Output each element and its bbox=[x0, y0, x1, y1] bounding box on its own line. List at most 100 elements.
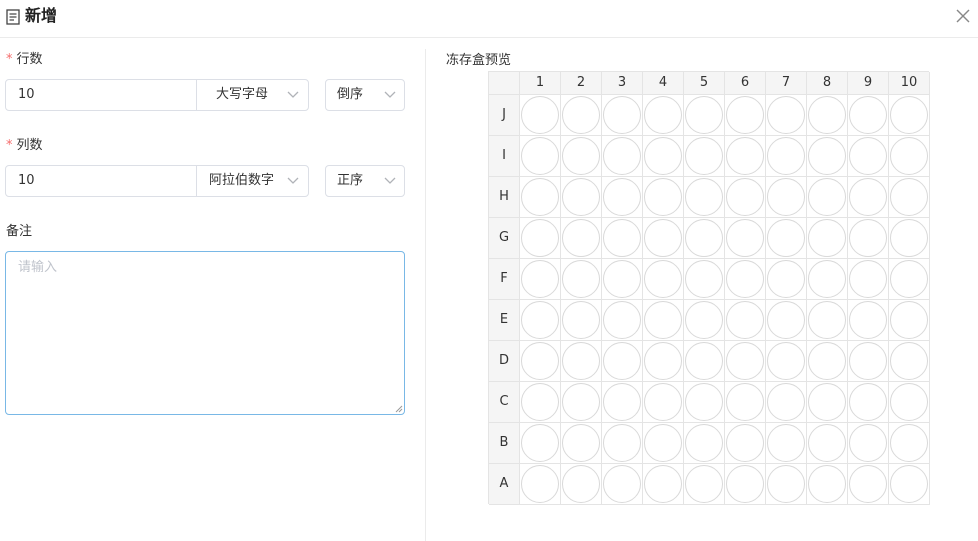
well-position[interactable] bbox=[890, 260, 928, 298]
well-position[interactable] bbox=[808, 424, 846, 462]
well-position[interactable] bbox=[562, 342, 600, 380]
well-position[interactable] bbox=[767, 301, 805, 339]
well-position[interactable] bbox=[726, 96, 764, 134]
well-position[interactable] bbox=[808, 260, 846, 298]
well-position[interactable] bbox=[685, 137, 723, 175]
well-position[interactable] bbox=[521, 178, 559, 216]
well-position[interactable] bbox=[767, 424, 805, 462]
well-position[interactable] bbox=[767, 342, 805, 380]
well-position[interactable] bbox=[521, 260, 559, 298]
well-position[interactable] bbox=[603, 424, 641, 462]
well-position[interactable] bbox=[685, 383, 723, 421]
well-position[interactable] bbox=[685, 219, 723, 257]
rows-count-input[interactable]: 10 bbox=[18, 87, 35, 103]
well-position[interactable] bbox=[644, 342, 682, 380]
well-position[interactable] bbox=[603, 219, 641, 257]
well-position[interactable] bbox=[644, 96, 682, 134]
well-position[interactable] bbox=[849, 260, 887, 298]
well-position[interactable] bbox=[808, 383, 846, 421]
well-position[interactable] bbox=[808, 465, 846, 503]
well-position[interactable] bbox=[767, 383, 805, 421]
well-position[interactable] bbox=[726, 383, 764, 421]
close-icon[interactable] bbox=[954, 7, 972, 25]
well-position[interactable] bbox=[685, 465, 723, 503]
well-position[interactable] bbox=[644, 383, 682, 421]
well-position[interactable] bbox=[644, 178, 682, 216]
well-position[interactable] bbox=[808, 96, 846, 134]
well-position[interactable] bbox=[521, 465, 559, 503]
well-position[interactable] bbox=[562, 301, 600, 339]
well-position[interactable] bbox=[644, 301, 682, 339]
well-position[interactable] bbox=[562, 424, 600, 462]
well-position[interactable] bbox=[808, 219, 846, 257]
well-position[interactable] bbox=[726, 342, 764, 380]
well-position[interactable] bbox=[890, 137, 928, 175]
well-position[interactable] bbox=[521, 301, 559, 339]
cols-order-select[interactable]: 正序 bbox=[325, 165, 405, 197]
well-position[interactable] bbox=[521, 137, 559, 175]
well-position[interactable] bbox=[726, 424, 764, 462]
well-position[interactable] bbox=[603, 137, 641, 175]
well-position[interactable] bbox=[685, 424, 723, 462]
well-position[interactable] bbox=[726, 178, 764, 216]
well-position[interactable] bbox=[644, 260, 682, 298]
well-position[interactable] bbox=[726, 260, 764, 298]
well-position[interactable] bbox=[808, 301, 846, 339]
well-position[interactable] bbox=[890, 219, 928, 257]
well-position[interactable] bbox=[849, 96, 887, 134]
well-position[interactable] bbox=[521, 219, 559, 257]
well-position[interactable] bbox=[890, 383, 928, 421]
well-position[interactable] bbox=[726, 219, 764, 257]
well-position[interactable] bbox=[890, 424, 928, 462]
rows-label-type-select[interactable]: 大写字母 bbox=[196, 80, 308, 110]
well-position[interactable] bbox=[521, 383, 559, 421]
well-position[interactable] bbox=[521, 424, 559, 462]
well-position[interactable] bbox=[644, 137, 682, 175]
well-position[interactable] bbox=[890, 178, 928, 216]
well-position[interactable] bbox=[890, 465, 928, 503]
well-position[interactable] bbox=[890, 342, 928, 380]
well-position[interactable] bbox=[685, 342, 723, 380]
remark-textarea[interactable]: 请输入 bbox=[5, 251, 405, 415]
well-position[interactable] bbox=[603, 96, 641, 134]
well-position[interactable] bbox=[685, 301, 723, 339]
well-position[interactable] bbox=[726, 301, 764, 339]
well-position[interactable] bbox=[849, 465, 887, 503]
well-position[interactable] bbox=[767, 260, 805, 298]
well-position[interactable] bbox=[562, 219, 600, 257]
well-position[interactable] bbox=[603, 342, 641, 380]
well-position[interactable] bbox=[849, 342, 887, 380]
well-position[interactable] bbox=[849, 424, 887, 462]
well-position[interactable] bbox=[644, 424, 682, 462]
well-position[interactable] bbox=[767, 178, 805, 216]
well-position[interactable] bbox=[562, 96, 600, 134]
well-position[interactable] bbox=[890, 301, 928, 339]
well-position[interactable] bbox=[849, 301, 887, 339]
well-position[interactable] bbox=[603, 301, 641, 339]
well-position[interactable] bbox=[726, 465, 764, 503]
well-position[interactable] bbox=[849, 383, 887, 421]
cols-count-input[interactable]: 10 bbox=[18, 173, 35, 189]
cols-label-type-select[interactable]: 阿拉伯数字 bbox=[196, 166, 308, 196]
well-position[interactable] bbox=[767, 96, 805, 134]
well-position[interactable] bbox=[808, 178, 846, 216]
well-position[interactable] bbox=[562, 137, 600, 175]
well-position[interactable] bbox=[767, 137, 805, 175]
well-position[interactable] bbox=[644, 465, 682, 503]
well-position[interactable] bbox=[849, 219, 887, 257]
well-position[interactable] bbox=[562, 260, 600, 298]
well-position[interactable] bbox=[521, 96, 559, 134]
well-position[interactable] bbox=[808, 342, 846, 380]
resize-grip-icon[interactable] bbox=[395, 405, 403, 413]
well-position[interactable] bbox=[603, 465, 641, 503]
well-position[interactable] bbox=[685, 260, 723, 298]
well-position[interactable] bbox=[562, 383, 600, 421]
well-position[interactable] bbox=[849, 137, 887, 175]
well-position[interactable] bbox=[726, 137, 764, 175]
well-position[interactable] bbox=[521, 342, 559, 380]
well-position[interactable] bbox=[685, 96, 723, 134]
well-position[interactable] bbox=[644, 219, 682, 257]
rows-order-select[interactable]: 倒序 bbox=[325, 79, 405, 111]
well-position[interactable] bbox=[562, 178, 600, 216]
well-position[interactable] bbox=[767, 465, 805, 503]
